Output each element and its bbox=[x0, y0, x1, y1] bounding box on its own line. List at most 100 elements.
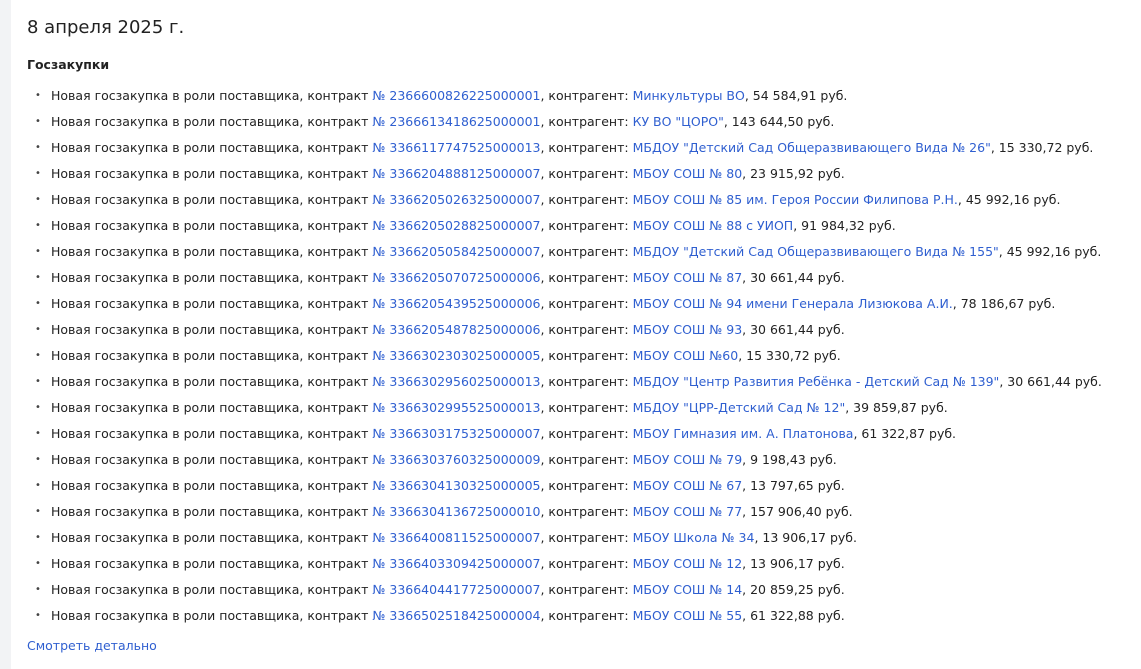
contract-link[interactable]: № 3366304130325000005 bbox=[372, 478, 540, 493]
list-item: • Новая госзакупка в роли поставщика, ко… bbox=[11, 395, 1102, 421]
counterparty-link[interactable]: МБОУ СОШ № 14 bbox=[633, 582, 743, 597]
contract-link[interactable]: № 3366304136725000010 bbox=[372, 504, 540, 519]
item-mid: , контрагент: bbox=[540, 218, 633, 233]
item-amount: , 39 859,87 руб. bbox=[845, 400, 948, 415]
item-amount: , 13 906,17 руб. bbox=[742, 556, 845, 571]
feed-card: 8 апреля 2025 г. Госзакупки • Новая госз… bbox=[11, 0, 1141, 669]
item-mid: , контрагент: bbox=[540, 504, 633, 519]
list-item: • Новая госзакупка в роли поставщика, ко… bbox=[11, 239, 1102, 265]
item-mid: , контрагент: bbox=[540, 530, 633, 545]
list-item: • Новая госзакупка в роли поставщика, ко… bbox=[11, 291, 1102, 317]
item-amount: , 20 859,25 руб. bbox=[742, 582, 845, 597]
contract-link[interactable]: № 3366403309425000007 bbox=[372, 556, 540, 571]
list-item: • Новая госзакупка в роли поставщика, ко… bbox=[11, 421, 1102, 447]
contract-link[interactable]: № 2366600826225000001 bbox=[372, 88, 540, 103]
contract-link[interactable]: № 3366400811525000007 bbox=[372, 530, 540, 545]
bullet-icon: • bbox=[35, 480, 41, 491]
counterparty-link[interactable]: КУ ВО "ЦОРО" bbox=[633, 114, 724, 129]
item-prefix: Новая госзакупка в роли поставщика, конт… bbox=[51, 140, 373, 155]
counterparty-link[interactable]: МБОУ СОШ № 55 bbox=[633, 608, 743, 623]
counterparty-link[interactable]: МБОУ СОШ № 93 bbox=[633, 322, 743, 337]
list-item: • Новая госзакупка в роли поставщика, ко… bbox=[11, 343, 1102, 369]
counterparty-link[interactable]: МБДОУ "Детский Сад Общеразвивающего Вида… bbox=[633, 140, 991, 155]
item-mid: , контрагент: bbox=[540, 192, 633, 207]
item-mid: , контрагент: bbox=[540, 426, 633, 441]
item-mid: , контрагент: bbox=[540, 400, 633, 415]
item-amount: , 61 322,88 руб. bbox=[742, 608, 845, 623]
contract-link[interactable]: № 3366404417725000007 bbox=[372, 582, 540, 597]
counterparty-link[interactable]: МБОУ СОШ № 12 bbox=[633, 556, 743, 571]
item-prefix: Новая госзакупка в роли поставщика, конт… bbox=[51, 322, 373, 337]
item-prefix: Новая госзакупка в роли поставщика, конт… bbox=[51, 556, 373, 571]
bullet-icon: • bbox=[35, 454, 41, 465]
counterparty-link[interactable]: МБОУ СОШ № 80 bbox=[633, 166, 743, 181]
counterparty-link[interactable]: МБОУ СОШ № 88 с УИОП bbox=[633, 218, 794, 233]
counterparty-link[interactable]: МБОУ СОШ № 79 bbox=[633, 452, 743, 467]
item-mid: , контрагент: bbox=[540, 166, 633, 181]
bullet-icon: • bbox=[35, 506, 41, 517]
counterparty-link[interactable]: МБОУ СОШ №60 bbox=[633, 348, 739, 363]
bullet-icon: • bbox=[35, 90, 41, 101]
list-item: • Новая госзакупка в роли поставщика, ко… bbox=[11, 447, 1102, 473]
bullet-icon: • bbox=[35, 324, 41, 335]
bullet-icon: • bbox=[35, 116, 41, 127]
contract-link[interactable]: № 3366302303025000005 bbox=[372, 348, 540, 363]
item-mid: , контрагент: bbox=[540, 348, 633, 363]
list-item: • Новая госзакупка в роли поставщика, ко… bbox=[11, 551, 1102, 577]
item-prefix: Новая госзакупка в роли поставщика, конт… bbox=[51, 244, 373, 259]
item-amount: , 91 984,32 руб. bbox=[793, 218, 896, 233]
feed-date: 8 апреля 2025 г. bbox=[27, 17, 185, 38]
item-mid: , контрагент: bbox=[540, 322, 633, 337]
counterparty-link[interactable]: МБОУ СОШ № 94 имени Генерала Лизюкова А.… bbox=[633, 296, 953, 311]
bullet-icon: • bbox=[35, 272, 41, 283]
contract-link[interactable]: № 3366302956025000013 bbox=[372, 374, 540, 389]
bullet-icon: • bbox=[35, 194, 41, 205]
contract-link[interactable]: № 3366502518425000004 bbox=[372, 608, 540, 623]
counterparty-link[interactable]: Минкультуры ВО bbox=[633, 88, 745, 103]
contract-link[interactable]: № 3366205028825000007 bbox=[372, 218, 540, 233]
contract-link[interactable]: № 3366303760325000009 bbox=[372, 452, 540, 467]
list-item: • Новая госзакупка в роли поставщика, ко… bbox=[11, 135, 1102, 161]
counterparty-link[interactable]: МБОУ Школа № 34 bbox=[633, 530, 755, 545]
item-mid: , контрагент: bbox=[540, 296, 633, 311]
item-prefix: Новая госзакупка в роли поставщика, конт… bbox=[51, 296, 373, 311]
item-prefix: Новая госзакупка в роли поставщика, конт… bbox=[51, 218, 373, 233]
bullet-icon: • bbox=[35, 298, 41, 309]
item-amount: , 30 661,44 руб. bbox=[742, 322, 845, 337]
list-item: • Новая госзакупка в роли поставщика, ко… bbox=[11, 369, 1102, 395]
counterparty-link[interactable]: МБОУ СОШ № 67 bbox=[633, 478, 743, 493]
contract-link[interactable]: № 3366205026325000007 bbox=[372, 192, 540, 207]
contract-link[interactable]: № 3366205439525000006 bbox=[372, 296, 540, 311]
counterparty-link[interactable]: МБДОУ "Центр Развития Ребёнка - Детский … bbox=[633, 374, 1000, 389]
item-prefix: Новая госзакупка в роли поставщика, конт… bbox=[51, 192, 373, 207]
bullet-icon: • bbox=[35, 402, 41, 413]
contract-link[interactable]: № 2366613418625000001 bbox=[372, 114, 540, 129]
contract-link[interactable]: № 3366303175325000007 bbox=[372, 426, 540, 441]
counterparty-link[interactable]: МБОУ Гимназия им. А. Платонова bbox=[633, 426, 854, 441]
contract-link[interactable]: № 3366117747525000013 bbox=[372, 140, 540, 155]
counterparty-link[interactable]: МБОУ СОШ № 77 bbox=[633, 504, 743, 519]
view-details-link[interactable]: Смотреть детально bbox=[27, 636, 157, 656]
bullet-icon: • bbox=[35, 558, 41, 569]
contract-link[interactable]: № 3366205487825000006 bbox=[372, 322, 540, 337]
item-prefix: Новая госзакупка в роли поставщика, конт… bbox=[51, 270, 373, 285]
contract-link[interactable]: № 3366302995525000013 bbox=[372, 400, 540, 415]
counterparty-link[interactable]: МБДОУ "ЦРР-Детский Сад № 12" bbox=[633, 400, 846, 415]
item-mid: , контрагент: bbox=[540, 88, 633, 103]
list-item: • Новая госзакупка в роли поставщика, ко… bbox=[11, 603, 1102, 629]
item-mid: , контрагент: bbox=[540, 556, 633, 571]
counterparty-link[interactable]: МБОУ СОШ № 87 bbox=[633, 270, 743, 285]
bullet-icon: • bbox=[35, 584, 41, 595]
item-prefix: Новая госзакупка в роли поставщика, конт… bbox=[51, 426, 373, 441]
item-amount: , 30 661,44 руб. bbox=[742, 270, 845, 285]
list-item: • Новая госзакупка в роли поставщика, ко… bbox=[11, 187, 1102, 213]
item-amount: , 45 992,16 руб. bbox=[957, 192, 1061, 207]
counterparty-link[interactable]: МБДОУ "Детский Сад Общеразвивающего Вида… bbox=[633, 244, 999, 259]
contract-link[interactable]: № 3366204888125000007 bbox=[372, 166, 540, 181]
counterparty-link[interactable]: МБОУ СОШ № 85 им. Героя России Филипова … bbox=[633, 192, 958, 207]
contract-link[interactable]: № 3366205070725000006 bbox=[372, 270, 540, 285]
item-prefix: Новая госзакупка в роли поставщика, конт… bbox=[51, 374, 373, 389]
contract-link[interactable]: № 3366205058425000007 bbox=[372, 244, 540, 259]
bullet-icon: • bbox=[35, 350, 41, 361]
item-mid: , контрагент: bbox=[540, 478, 633, 493]
